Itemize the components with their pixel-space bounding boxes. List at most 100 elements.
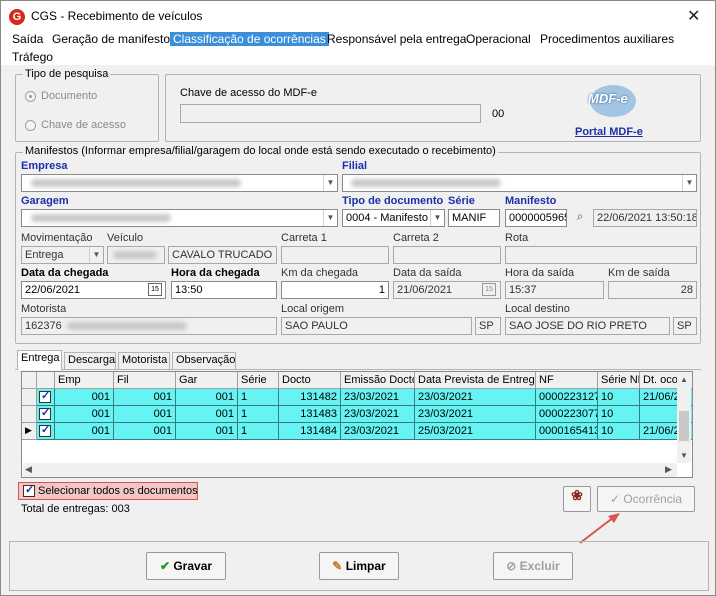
- row-checkbox[interactable]: [39, 406, 51, 420]
- menu-classificacao-ocorrencias[interactable]: Classificação de ocorrências: [170, 32, 329, 46]
- grid-cell-emissao[interactable]: 23/03/2021: [341, 406, 415, 423]
- grid-cell-fil[interactable]: 001: [114, 389, 176, 406]
- tab-motorista[interactable]: Motorista: [118, 352, 170, 369]
- grid-cell-serie[interactable]: 1: [238, 389, 279, 406]
- limpar-button[interactable]: ✎ Limpar: [319, 552, 399, 580]
- movimentacao-value: Entrega: [25, 249, 64, 261]
- grid-cell-gar[interactable]: 001: [176, 389, 238, 406]
- tab-entrega[interactable]: Entrega: [17, 350, 62, 370]
- grid-header-indicator: [22, 372, 37, 389]
- grid-cell-docto[interactable]: 131482: [279, 389, 341, 406]
- grid-header-serie-nf[interactable]: Série NF: [598, 372, 640, 389]
- grid-cell-nf[interactable]: 0000223127: [536, 389, 598, 406]
- row-check-cell[interactable]: [37, 389, 55, 406]
- grid-header-emissao[interactable]: Emissão Docto: [341, 372, 415, 389]
- row-check-cell[interactable]: [37, 423, 55, 440]
- select-all-checkbox[interactable]: [23, 483, 35, 497]
- menu-operacional[interactable]: Operacional: [463, 32, 534, 46]
- scroll-down-icon[interactable]: ▼: [680, 451, 688, 460]
- gravar-button[interactable]: ✔ Gravar: [146, 552, 226, 580]
- scroll-thumb[interactable]: [679, 411, 689, 441]
- empresa-label: Empresa: [21, 160, 68, 172]
- chevron-down-icon: ▼: [323, 175, 337, 191]
- scroll-right-icon[interactable]: ▶: [665, 464, 672, 475]
- radio-documento[interactable]: [25, 91, 36, 102]
- grid-cell-serie-nf[interactable]: 10: [598, 406, 640, 423]
- grid-header-docto[interactable]: Docto: [279, 372, 341, 389]
- manifestos-group-label: Manifestos (Informar empresa/filial/gara…: [23, 145, 498, 157]
- grid-cell-data-prevista[interactable]: 23/03/2021: [415, 389, 536, 406]
- grid-cell-serie[interactable]: 1: [238, 423, 279, 440]
- tab-observacao[interactable]: Observação: [172, 352, 236, 369]
- hora-chegada-input[interactable]: 13:50: [171, 281, 277, 299]
- grid-cell-docto[interactable]: 131483: [279, 406, 341, 423]
- excluir-button[interactable]: ⊘ Excluir: [493, 552, 573, 580]
- grid-cell-data-prevista[interactable]: 23/03/2021: [415, 406, 536, 423]
- grid-cell-serie-nf[interactable]: 10: [598, 423, 640, 440]
- grid-cell-fil[interactable]: 001: [114, 423, 176, 440]
- row-check-cell[interactable]: [37, 406, 55, 423]
- serie-input[interactable]: MANIF: [448, 209, 500, 227]
- grid-vertical-scrollbar[interactable]: ▲ ▼: [677, 373, 691, 463]
- grid-horizontal-scrollbar[interactable]: ◀ ▶: [23, 463, 677, 477]
- radio-chave-acesso-label: Chave de acesso: [41, 119, 126, 131]
- binoculars-icon[interactable]: ⌕: [570, 209, 590, 227]
- km-saida-input: 28: [608, 281, 697, 299]
- row-indicator[interactable]: ▶: [22, 423, 37, 440]
- grid-cell-docto[interactable]: 131484: [279, 423, 341, 440]
- tab-descarga[interactable]: Descarga: [64, 352, 116, 369]
- grid-header-serie[interactable]: Série: [238, 372, 279, 389]
- menu-geracao-manifesto[interactable]: Geração de manifesto: [49, 32, 173, 46]
- movimentacao-label: Movimentação: [21, 232, 93, 244]
- grid-header-fil[interactable]: Fil: [114, 372, 176, 389]
- menu-trafego[interactable]: Tráfego: [9, 50, 56, 64]
- chave-acesso-label: Chave de acesso do MDF-e: [180, 87, 317, 99]
- grid-cell-gar[interactable]: 001: [176, 406, 238, 423]
- grid-header-nf[interactable]: NF: [536, 372, 598, 389]
- row-indicator[interactable]: [22, 406, 37, 423]
- grid-cell-serie[interactable]: 1: [238, 406, 279, 423]
- row-indicator[interactable]: [22, 389, 37, 406]
- grid-cell-emp[interactable]: 001: [55, 389, 114, 406]
- portal-mdfe-link[interactable]: Portal MDF-e: [575, 126, 643, 138]
- grid-header-data-prevista[interactable]: Data Prevista de Entrega: [415, 372, 536, 389]
- grid-header-emp[interactable]: Emp: [55, 372, 114, 389]
- ocorrencia-button-label: Ocorrência: [623, 492, 683, 506]
- grid-cell-serie-nf[interactable]: 10: [598, 389, 640, 406]
- row-checkbox[interactable]: [39, 389, 51, 403]
- grid-cell-fil[interactable]: 001: [114, 406, 176, 423]
- chave-acesso-input[interactable]: [180, 104, 481, 123]
- motorista-label: Motorista: [21, 303, 67, 315]
- grid-cell-nf[interactable]: 0000223077: [536, 406, 598, 423]
- scroll-left-icon[interactable]: ◀: [25, 464, 32, 475]
- grid-cell-data-prevista[interactable]: 25/03/2021: [415, 423, 536, 440]
- row-checkbox[interactable]: [39, 423, 51, 437]
- filial-label: Filial: [342, 160, 368, 172]
- tipo-documento-value: 0004 - Manifesto: [346, 212, 428, 224]
- grid-header-gar[interactable]: Gar: [176, 372, 238, 389]
- garagem-label: Garagem: [21, 195, 69, 207]
- menu-saida[interactable]: Saída: [9, 32, 46, 46]
- manifesto-input[interactable]: 0000005965: [505, 209, 567, 227]
- menu-responsavel-entrega[interactable]: Responsável pela entrega: [324, 32, 469, 46]
- close-icon[interactable]: ✕: [687, 6, 700, 26]
- calendar-icon: 15: [482, 283, 496, 296]
- data-chegada-input[interactable]: 22/06/2021: [21, 281, 166, 299]
- grid-cell-emp[interactable]: 001: [55, 406, 114, 423]
- gravar-button-label: Gravar: [173, 559, 213, 573]
- calendar-icon[interactable]: 15: [148, 283, 162, 296]
- grid-cell-nf[interactable]: 0000165413: [536, 423, 598, 440]
- radio-chave-acesso[interactable]: [25, 120, 36, 131]
- menu-procedimentos-auxiliares[interactable]: Procedimentos auxiliares: [537, 32, 677, 46]
- carreta2-input: [393, 246, 501, 264]
- grid-cell-emp[interactable]: 001: [55, 423, 114, 440]
- grid-cell-gar[interactable]: 001: [176, 423, 238, 440]
- scroll-up-icon[interactable]: ▲: [680, 375, 688, 384]
- tipo-documento-select[interactable]: 0004 - Manifesto ▼: [342, 209, 445, 227]
- km-chegada-input[interactable]: 1: [281, 281, 389, 299]
- grid-cell-emissao[interactable]: 23/03/2021: [341, 389, 415, 406]
- entregas-grid[interactable]: Emp Fil Gar Série Docto Emissão Docto Da…: [21, 371, 693, 478]
- grid-cell-emissao[interactable]: 23/03/2021: [341, 423, 415, 440]
- select-all-label[interactable]: Selecionar todos os documentos: [38, 485, 198, 497]
- empresa-redacted: [31, 179, 241, 187]
